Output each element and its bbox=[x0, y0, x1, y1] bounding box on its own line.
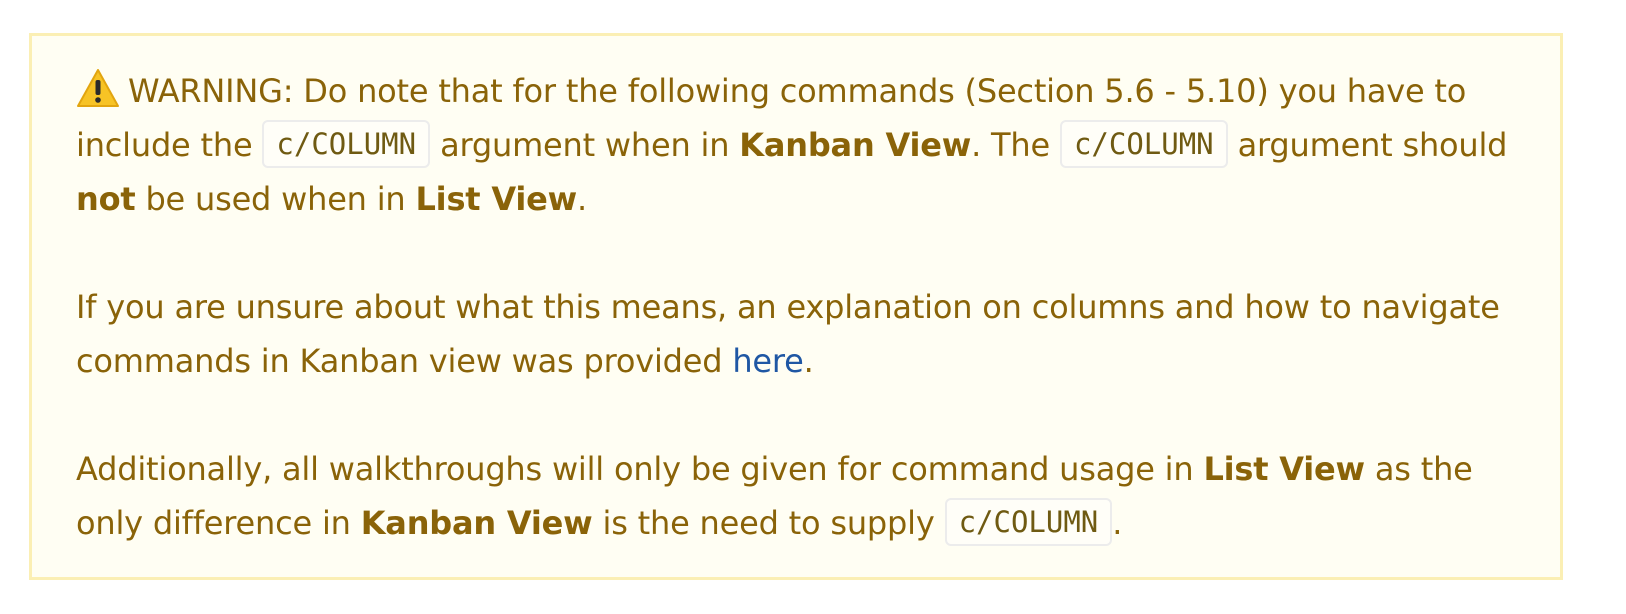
bold-list-view: List View bbox=[1203, 450, 1365, 488]
warning-callout: WARNING: Do note that for the following … bbox=[29, 33, 1563, 580]
bold-kanban-view: Kanban View bbox=[360, 504, 593, 542]
walkthrough-text-3: is the need to supply bbox=[592, 504, 945, 542]
explanation-text-end: . bbox=[803, 342, 814, 380]
warning-text-6: . bbox=[576, 180, 587, 218]
warning-paragraph-1: WARNING: Do note that for the following … bbox=[76, 64, 1516, 226]
bold-list-view: List View bbox=[415, 180, 577, 218]
here-link[interactable]: here bbox=[732, 342, 804, 380]
walkthrough-text-1: Additionally, all walkthroughs will only… bbox=[76, 450, 1204, 488]
walkthrough-text-4: . bbox=[1112, 504, 1123, 542]
bold-kanban-view: Kanban View bbox=[739, 126, 972, 164]
warning-text-4: argument should bbox=[1227, 126, 1508, 164]
warning-icon bbox=[77, 69, 119, 107]
warning-text-5: be used when in bbox=[135, 180, 416, 218]
warning-text-3: . The bbox=[971, 126, 1060, 164]
code-column-argument: c/COLUMN bbox=[1059, 120, 1228, 168]
warning-paragraph-2: If you are unsure about what this means,… bbox=[76, 280, 1516, 388]
warning-text-2: argument when in bbox=[430, 126, 740, 164]
warning-paragraph-3: Additionally, all walkthroughs will only… bbox=[76, 442, 1516, 550]
bold-not: not bbox=[76, 180, 136, 218]
code-column-argument: c/COLUMN bbox=[262, 120, 431, 168]
code-column-argument: c/COLUMN bbox=[944, 498, 1113, 546]
